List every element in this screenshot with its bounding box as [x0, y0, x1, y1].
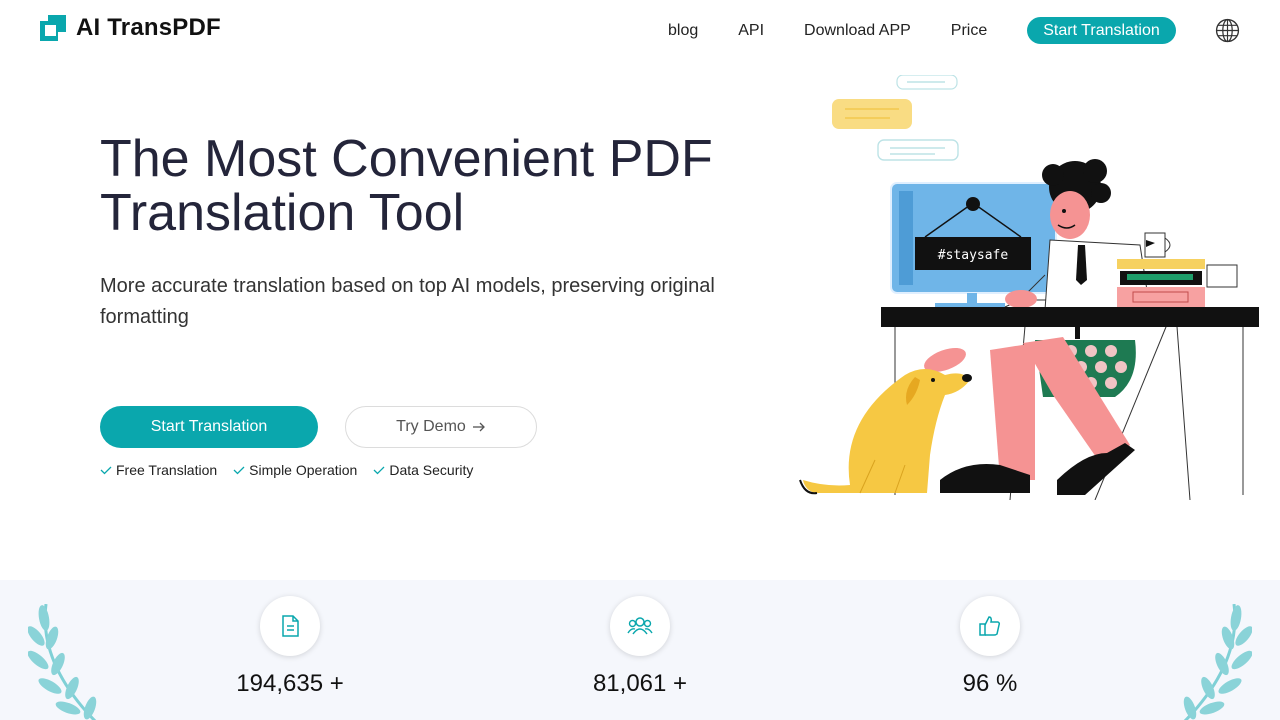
- stat-value: 96 %: [962, 670, 1018, 697]
- feature-list: Free Translation Simple Operation Data S…: [100, 462, 473, 478]
- brand-name: AI TransPDF: [76, 14, 221, 41]
- check-icon: [233, 466, 245, 475]
- sign-text: #staysafe: [938, 248, 1009, 263]
- logo[interactable]: AI TransPDF: [40, 14, 221, 42]
- nav-api[interactable]: API: [738, 22, 764, 40]
- try-demo-label: Try Demo: [396, 418, 466, 435]
- nav-start-translation-button[interactable]: Start Translation: [1027, 17, 1176, 44]
- stat-value: 194,635 +: [236, 670, 344, 697]
- start-translation-button[interactable]: Start Translation: [100, 406, 318, 448]
- arrow-right-icon: [472, 422, 485, 432]
- users-icon: [627, 617, 653, 635]
- chat-bubble-icon: [832, 99, 912, 129]
- feature-item: Simple Operation: [233, 462, 357, 478]
- hero-subtitle: More accurate translation based on top A…: [100, 275, 715, 328]
- dog-icon: [803, 369, 970, 493]
- main-nav: blog API Download APP Price Start Transl…: [668, 17, 1176, 44]
- hero-title: The Most Convenient PDF Translation Tool: [100, 130, 713, 242]
- check-icon: [373, 466, 385, 475]
- hero-illustration: #staysafe: [799, 75, 1259, 500]
- feature-item: Data Security: [373, 462, 473, 478]
- chat-bubble-icon: [877, 139, 959, 161]
- site-header: AI TransPDF blog API Download APP Price …: [0, 0, 1280, 60]
- feature-label: Free Translation: [116, 462, 218, 478]
- check-icon: [100, 466, 112, 475]
- stat-value: 81,061 +: [592, 670, 688, 697]
- nav-download-app[interactable]: Download APP: [804, 22, 911, 40]
- stats-section: 194,635 + 81,061 + 96 %: [0, 580, 1280, 720]
- thumbs-up-icon: [979, 616, 1001, 636]
- feature-label: Data Security: [389, 462, 474, 478]
- feature-item: Free Translation: [100, 462, 217, 478]
- document-icon: [282, 615, 299, 637]
- nav-price[interactable]: Price: [951, 22, 987, 40]
- logo-mark-icon: [40, 15, 66, 41]
- nav-blog[interactable]: blog: [668, 22, 698, 40]
- stat-satisfaction: 96 %: [880, 596, 1100, 698]
- stat-users: 81,061 +: [530, 596, 750, 698]
- feature-label: Simple Operation: [249, 462, 358, 478]
- try-demo-button[interactable]: Try Demo: [345, 406, 537, 448]
- globe-icon[interactable]: [1215, 18, 1240, 43]
- laurel-left-icon: [28, 604, 97, 720]
- laurel-right-icon: [1183, 604, 1252, 720]
- stat-documents: 194,635 +: [180, 596, 400, 698]
- desk-icon: [881, 307, 1259, 327]
